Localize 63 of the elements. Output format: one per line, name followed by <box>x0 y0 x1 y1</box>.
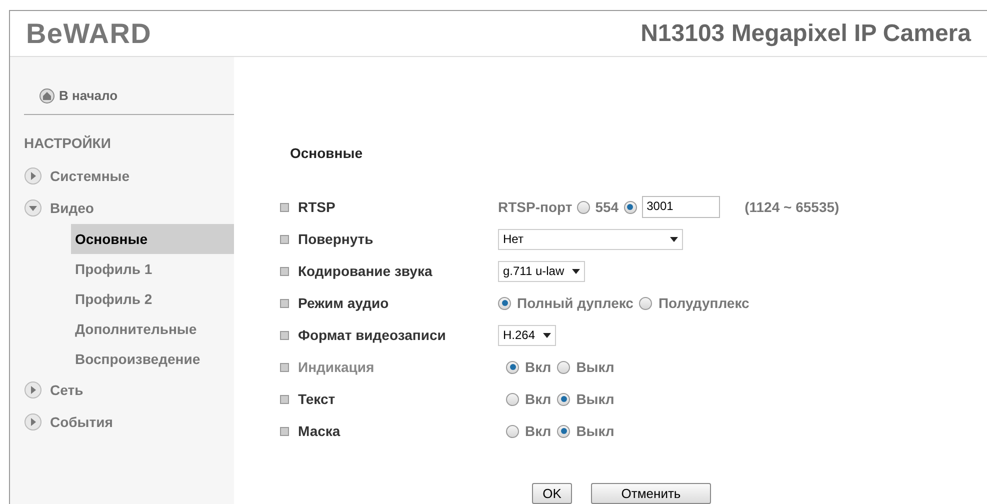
field-label: Повернуть <box>298 230 374 249</box>
option-label: Полудуплекс <box>658 294 750 313</box>
option-label: Полный дуплекс <box>517 294 634 313</box>
section-heading: НАСТРОЙКИ <box>23 134 112 153</box>
submenu-item[interactable]: Основные <box>71 224 234 254</box>
option-label: Выкл <box>576 358 614 376</box>
submenu-item[interactable]: Воспроизведение <box>71 344 234 374</box>
radio-button[interactable] <box>498 296 511 310</box>
submenu-item[interactable]: Профиль 1 <box>71 254 234 284</box>
field-label: Кодирование звука <box>298 262 432 281</box>
expand-right-icon[interactable] <box>24 381 42 399</box>
form-button[interactable]: OK <box>532 483 572 504</box>
home-link[interactable]: В начало <box>59 86 118 106</box>
dropdown[interactable]: g.711 u-law <box>498 260 586 282</box>
camera-title: N13103 Megapixel IP Camera <box>640 18 971 48</box>
form-button[interactable]: Отменить <box>591 483 711 504</box>
bullet-icon <box>280 234 289 244</box>
field-label: Формат видеозаписи <box>298 326 446 345</box>
menu-item[interactable]: Сеть <box>50 380 84 400</box>
radio-button[interactable] <box>506 424 519 438</box>
field-label: RTSP <box>298 198 336 216</box>
logo: BeWARD <box>26 16 152 50</box>
field-label: Текст <box>298 390 336 408</box>
bullet-icon <box>280 330 289 340</box>
menu-item[interactable]: Системные <box>50 166 130 186</box>
page-title: Основные <box>290 144 364 163</box>
menu-item[interactable]: События <box>50 412 113 432</box>
port-input[interactable]: 3001 <box>642 196 720 218</box>
caret-icon <box>670 236 678 242</box>
port-range: (1124 ~ 65535) <box>744 198 840 217</box>
bullet-icon <box>280 202 289 212</box>
option-label: Вкл <box>525 358 552 376</box>
caret-icon <box>543 332 552 338</box>
option-label: Вкл <box>525 422 552 440</box>
option-label: 554 <box>595 198 619 216</box>
dropdown[interactable]: H.264 <box>498 324 556 346</box>
port-label: RTSP-порт <box>498 198 572 217</box>
home-icon <box>39 88 55 104</box>
dropdown[interactable]: Нет <box>498 228 683 250</box>
caret-icon <box>572 268 580 274</box>
radio-button[interactable] <box>506 392 519 406</box>
radio-button[interactable] <box>639 296 652 310</box>
radio-button[interactable] <box>557 392 570 406</box>
field-label: Индикация <box>298 358 374 377</box>
expand-right-icon[interactable] <box>24 413 42 431</box>
radio-button[interactable] <box>624 200 637 214</box>
option-label: Выкл <box>576 422 614 440</box>
bullet-icon <box>280 426 289 436</box>
radio-button[interactable] <box>557 424 570 438</box>
field-label: Режим аудио <box>298 294 389 313</box>
radio-button[interactable] <box>577 200 590 214</box>
submenu-item[interactable]: Дополнительные <box>71 314 234 344</box>
option-label: Выкл <box>576 390 614 408</box>
bullet-icon <box>280 362 289 372</box>
option-label: Вкл <box>525 390 552 408</box>
expand-right-icon[interactable] <box>24 167 42 185</box>
expand-down-icon[interactable] <box>24 199 42 217</box>
bullet-icon <box>280 298 289 308</box>
bullet-icon <box>280 394 289 404</box>
field-label: Маска <box>298 422 340 440</box>
bullet-icon <box>280 266 289 276</box>
menu-item[interactable]: Видео <box>50 198 94 218</box>
submenu-item[interactable]: Профиль 2 <box>71 284 234 314</box>
